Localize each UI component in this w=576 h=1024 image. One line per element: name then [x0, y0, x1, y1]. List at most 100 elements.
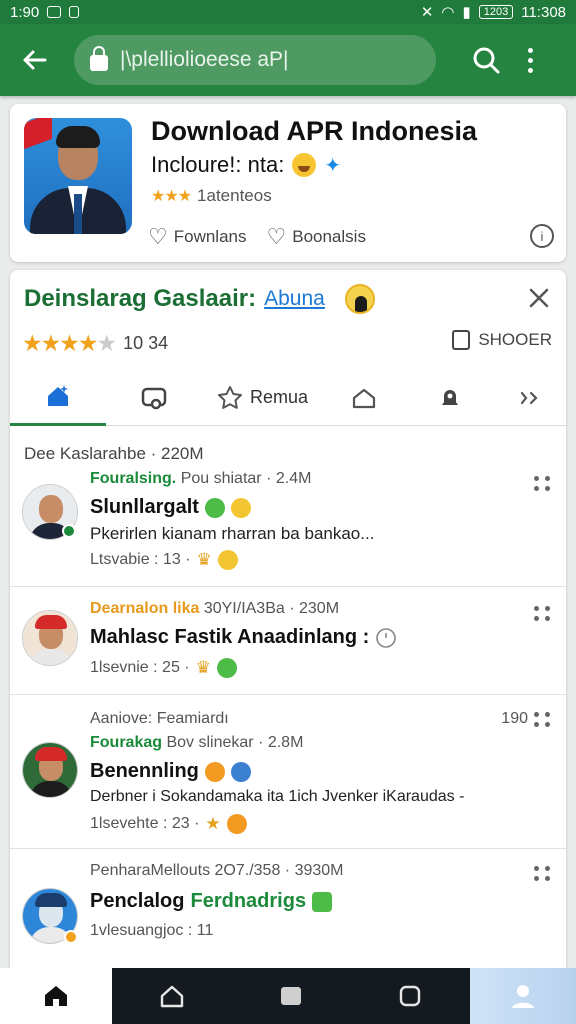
post-menu-button[interactable] [534, 606, 552, 622]
post-body: Pkerirlen kianam rharran ba bankao... [90, 524, 375, 543]
post-menu-button[interactable] [534, 866, 552, 882]
nav-recents[interactable] [394, 968, 426, 1024]
nav-home-outline[interactable] [156, 968, 188, 1024]
post-meta: PenharaMellouts 2O7./358 · 3930M [90, 862, 344, 879]
post-title-text: Slunllargalt [90, 496, 199, 518]
app-icon[interactable] [24, 118, 132, 234]
feed-avatar[interactable] [344, 284, 375, 314]
app-bar: |\plelliolioeese aP| [0, 24, 576, 96]
heart-icon: ♡ [266, 224, 287, 249]
more-button[interactable] [520, 40, 540, 80]
star-filled-icon: ★ [22, 330, 43, 356]
mute-icon: ✕ [420, 4, 434, 21]
post-title-accent: Ferdnadrigs [190, 890, 307, 912]
search-button[interactable] [466, 40, 506, 80]
online-badge-icon [62, 524, 76, 538]
avatar[interactable] [22, 610, 78, 666]
section-label: Dee Kaslarahbe · 220M [24, 444, 204, 463]
feed-title: Deinslarag Gaslaair: [24, 285, 257, 312]
dot [527, 67, 533, 73]
app-card: Download APR Indonesia Incloure!: nta: ✦… [10, 104, 566, 262]
avatar-head [39, 495, 63, 523]
chat-icon [141, 387, 167, 409]
rounded-square-icon [400, 985, 421, 1007]
status-right: ✕ ◠ ▮ 1203 11:308 [420, 3, 566, 22]
url-bar[interactable]: |\plelliolioeese aP| [74, 35, 436, 85]
post-menu-button[interactable] [534, 476, 552, 492]
info-button[interactable]: i [530, 224, 554, 248]
post-stats: 1lsevehte : 23 · ★ [90, 814, 247, 834]
nav-profile[interactable] [470, 968, 576, 1024]
signal-icon: ▮ [462, 4, 471, 21]
post-author[interactable]: Fourakag [90, 734, 162, 751]
crown-icon: ♛ [196, 550, 212, 569]
dot [527, 47, 533, 53]
divider [10, 848, 566, 849]
notification-icon [47, 6, 62, 18]
downloads-action[interactable]: ♡ Fownlans [148, 224, 247, 250]
star-filled-icon: ★ [59, 330, 80, 356]
tab-chat[interactable] [106, 370, 202, 426]
post-author[interactable]: Fouralsing. [90, 470, 176, 487]
post-meta-text: 30YI/IA3Ba · 230M [203, 600, 340, 617]
emoji-icon [216, 658, 237, 678]
nav-home[interactable] [0, 968, 112, 1024]
post-count: 190 [501, 710, 528, 727]
avatar-hat [35, 615, 67, 629]
verified-badge-icon: ✦ [324, 154, 342, 177]
list-item[interactable]: Aaniove: Feamiardı Fourakag Bov slinekar… [10, 694, 566, 848]
nav-square[interactable] [275, 968, 307, 1024]
battery-icon: 1203 [478, 5, 514, 19]
emoji-icon [226, 814, 247, 834]
house-outline-icon [352, 388, 376, 408]
app-title: Download APR Indonesia [151, 116, 478, 146]
feed-rating-stars: ★★★★★ [22, 330, 118, 357]
bottom-nav [0, 968, 576, 1024]
post-meta-text: Bov slinekar · 2.8M [166, 734, 304, 751]
avatar[interactable] [22, 742, 78, 798]
share-label: SHOOER [478, 330, 552, 349]
feed-rating: ★★★★★ 10 34 [22, 330, 168, 357]
post-title-text: Mahlasc Fastik Anaadinlang : [90, 626, 370, 648]
bookmarks-label: Boonalsis [292, 227, 366, 246]
list-item[interactable]: PenharaMellouts 2O7./358 · 3930M Penclal… [10, 848, 566, 970]
list-item[interactable]: Dearnalon lika 30YI/IA3Ba · 230M Mahlasc… [10, 586, 566, 694]
app-rating: ★★★ 1atenteos [151, 186, 272, 206]
home-icon [48, 385, 68, 406]
emoji-laugh-icon [292, 153, 317, 177]
post-stats-text: 1lsevehte : 23 · [90, 815, 200, 832]
crown-icon: ♛ [195, 658, 211, 677]
app-subtitle-row: Incloure!: nta: ✦ [151, 152, 341, 178]
feed-header: Deinslarag Gaslaair: Abuna [24, 284, 375, 314]
list-item[interactable]: Fouralsing. Pou shiatar · 2.4M Slunllarg… [10, 466, 566, 586]
star-filled-icon: ★ [40, 330, 62, 356]
rating-stars: ★★★ [151, 188, 192, 205]
post-menu-button[interactable] [534, 712, 552, 728]
tab-remua[interactable]: Remua [202, 370, 322, 426]
profile-icon [512, 985, 534, 1008]
media-icon [69, 6, 80, 18]
post-author[interactable]: Dearnalon lika [90, 600, 199, 617]
home-icon [45, 986, 67, 1006]
star-empty-icon: ★ [96, 330, 118, 356]
tab-home[interactable] [10, 370, 106, 426]
avatar-hat [35, 747, 67, 761]
post-stats: 1vlesuangjoc : 11 [90, 922, 214, 939]
bell-icon [442, 389, 458, 405]
tab-house[interactable] [322, 370, 406, 426]
square-icon [280, 987, 301, 1005]
info-icon: i [540, 228, 544, 244]
tab-bell[interactable] [406, 370, 494, 426]
status-time-right: 11:308 [521, 3, 566, 21]
close-button[interactable] [524, 286, 554, 316]
bookmarks-action[interactable]: ♡ Boonalsis [267, 224, 366, 250]
post-title: Mahlasc Fastik Anaadinlang : [90, 626, 397, 649]
feed-rating-text: 10 34 [123, 333, 169, 353]
back-button[interactable] [12, 38, 56, 82]
emoji-icon [204, 497, 225, 518]
tab-more[interactable] [494, 370, 566, 426]
share-button[interactable]: SHOOER [452, 330, 552, 350]
post-title: Benennling [90, 760, 251, 783]
flag-icon [24, 118, 52, 150]
feed-link[interactable]: Abuna [264, 287, 325, 311]
